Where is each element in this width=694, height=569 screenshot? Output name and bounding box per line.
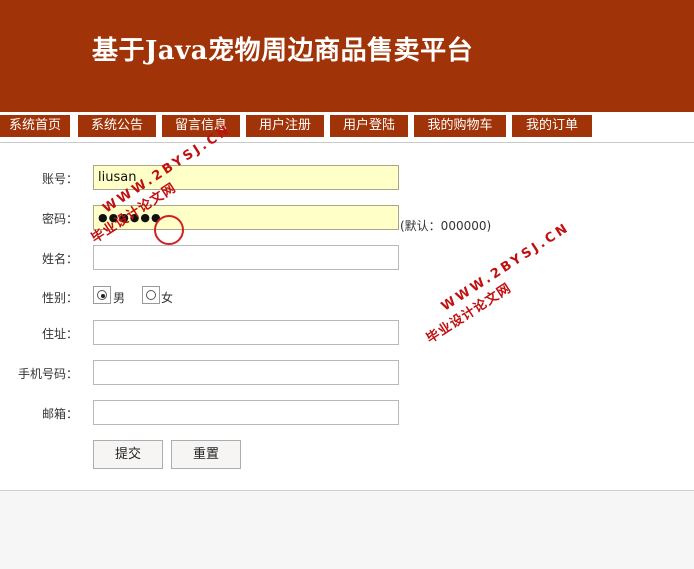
address-label: 住址：: [41, 327, 78, 341]
main-nav: 系统首页 系统公告 留言信息 用户注册 用户登陆 我的购物车 我的订单: [0, 112, 694, 143]
nav-item-register[interactable]: 用户注册: [246, 115, 324, 137]
phone-label: 手机号码：: [17, 367, 78, 381]
address-input[interactable]: [93, 320, 399, 345]
click-indicator-icon: [154, 215, 184, 245]
gender-label: 性别：: [41, 291, 78, 305]
password-hint: (默认：000000): [400, 219, 492, 233]
radio-ring-icon: [146, 290, 156, 300]
gender-male-radio[interactable]: [93, 286, 111, 304]
gender-female-label: 女: [161, 291, 174, 305]
gender-male-label: 男: [113, 291, 126, 305]
registration-form: 账号： liusan 密码： ●●●●●● (默认：000000) 姓名： 性别…: [0, 143, 694, 491]
nav-item-orders[interactable]: 我的订单: [512, 115, 592, 137]
email-input[interactable]: [93, 400, 399, 425]
site-header: 基于Java宠物周边商品售卖平台: [0, 0, 694, 112]
nav-item-login[interactable]: 用户登陆: [330, 115, 408, 137]
name-input[interactable]: [93, 245, 399, 270]
gender-female-radio[interactable]: [142, 286, 160, 304]
page-footer: [0, 491, 694, 569]
radio-ring-icon: [97, 290, 107, 300]
phone-input[interactable]: [93, 360, 399, 385]
email-label: 邮箱：: [41, 407, 78, 421]
radio-selected-dot-icon: [101, 294, 105, 298]
nav-item-home[interactable]: 系统首页: [0, 115, 70, 137]
nav-item-announcements[interactable]: 系统公告: [78, 115, 156, 137]
reset-button[interactable]: 重置: [171, 440, 241, 469]
name-label: 姓名：: [41, 252, 78, 266]
nav-item-cart[interactable]: 我的购物车: [414, 115, 506, 137]
account-label: 账号：: [41, 172, 78, 186]
site-title: 基于Java宠物周边商品售卖平台: [92, 36, 474, 66]
submit-button[interactable]: 提交: [93, 440, 163, 469]
